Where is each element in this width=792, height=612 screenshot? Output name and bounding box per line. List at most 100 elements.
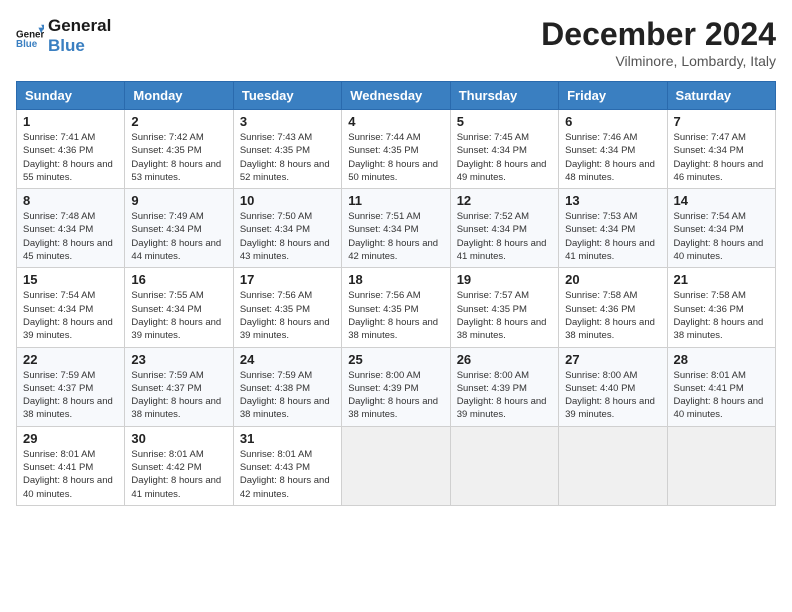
day-detail: Sunrise: 8:01 AM Sunset: 4:42 PM Dayligh… bbox=[131, 448, 226, 501]
day-number: 15 bbox=[23, 272, 118, 287]
calendar-cell: 3 Sunrise: 7:43 AM Sunset: 4:35 PM Dayli… bbox=[233, 110, 341, 189]
day-detail: Sunrise: 8:00 AM Sunset: 4:39 PM Dayligh… bbox=[348, 369, 443, 422]
day-number: 21 bbox=[674, 272, 769, 287]
calendar-cell bbox=[342, 426, 450, 505]
day-number: 11 bbox=[348, 193, 443, 208]
calendar-week-row: 22 Sunrise: 7:59 AM Sunset: 4:37 PM Dayl… bbox=[17, 347, 776, 426]
calendar-cell: 24 Sunrise: 7:59 AM Sunset: 4:38 PM Dayl… bbox=[233, 347, 341, 426]
day-detail: Sunrise: 7:56 AM Sunset: 4:35 PM Dayligh… bbox=[240, 289, 335, 342]
logo-blue: Blue bbox=[48, 36, 111, 56]
title-block: December 2024 Vilminore, Lombardy, Italy bbox=[541, 16, 776, 69]
day-number: 13 bbox=[565, 193, 660, 208]
day-detail: Sunrise: 7:58 AM Sunset: 4:36 PM Dayligh… bbox=[674, 289, 769, 342]
day-number: 29 bbox=[23, 431, 118, 446]
day-detail: Sunrise: 7:51 AM Sunset: 4:34 PM Dayligh… bbox=[348, 210, 443, 263]
calendar-cell: 29 Sunrise: 8:01 AM Sunset: 4:41 PM Dayl… bbox=[17, 426, 125, 505]
calendar-cell: 21 Sunrise: 7:58 AM Sunset: 4:36 PM Dayl… bbox=[667, 268, 775, 347]
calendar-cell: 1 Sunrise: 7:41 AM Sunset: 4:36 PM Dayli… bbox=[17, 110, 125, 189]
day-number: 24 bbox=[240, 352, 335, 367]
calendar-cell: 22 Sunrise: 7:59 AM Sunset: 4:37 PM Dayl… bbox=[17, 347, 125, 426]
day-number: 5 bbox=[457, 114, 552, 129]
day-detail: Sunrise: 8:00 AM Sunset: 4:40 PM Dayligh… bbox=[565, 369, 660, 422]
day-number: 10 bbox=[240, 193, 335, 208]
location: Vilminore, Lombardy, Italy bbox=[541, 53, 776, 69]
calendar-cell: 17 Sunrise: 7:56 AM Sunset: 4:35 PM Dayl… bbox=[233, 268, 341, 347]
logo-general: General bbox=[48, 16, 111, 36]
page-header: General Blue General Blue December 2024 … bbox=[16, 16, 776, 69]
day-detail: Sunrise: 7:57 AM Sunset: 4:35 PM Dayligh… bbox=[457, 289, 552, 342]
day-number: 7 bbox=[674, 114, 769, 129]
day-number: 27 bbox=[565, 352, 660, 367]
calendar-cell: 18 Sunrise: 7:56 AM Sunset: 4:35 PM Dayl… bbox=[342, 268, 450, 347]
calendar-cell: 20 Sunrise: 7:58 AM Sunset: 4:36 PM Dayl… bbox=[559, 268, 667, 347]
day-detail: Sunrise: 8:01 AM Sunset: 4:43 PM Dayligh… bbox=[240, 448, 335, 501]
day-detail: Sunrise: 7:47 AM Sunset: 4:34 PM Dayligh… bbox=[674, 131, 769, 184]
day-detail: Sunrise: 7:55 AM Sunset: 4:34 PM Dayligh… bbox=[131, 289, 226, 342]
calendar-cell bbox=[450, 426, 558, 505]
calendar-cell bbox=[667, 426, 775, 505]
day-detail: Sunrise: 8:01 AM Sunset: 4:41 PM Dayligh… bbox=[674, 369, 769, 422]
calendar-header-friday: Friday bbox=[559, 82, 667, 110]
calendar-cell: 26 Sunrise: 8:00 AM Sunset: 4:39 PM Dayl… bbox=[450, 347, 558, 426]
day-detail: Sunrise: 7:43 AM Sunset: 4:35 PM Dayligh… bbox=[240, 131, 335, 184]
calendar-cell: 12 Sunrise: 7:52 AM Sunset: 4:34 PM Dayl… bbox=[450, 189, 558, 268]
calendar-cell: 30 Sunrise: 8:01 AM Sunset: 4:42 PM Dayl… bbox=[125, 426, 233, 505]
day-detail: Sunrise: 7:58 AM Sunset: 4:36 PM Dayligh… bbox=[565, 289, 660, 342]
calendar-header-monday: Monday bbox=[125, 82, 233, 110]
calendar-cell: 27 Sunrise: 8:00 AM Sunset: 4:40 PM Dayl… bbox=[559, 347, 667, 426]
calendar-header-thursday: Thursday bbox=[450, 82, 558, 110]
calendar-header-saturday: Saturday bbox=[667, 82, 775, 110]
day-number: 30 bbox=[131, 431, 226, 446]
day-number: 28 bbox=[674, 352, 769, 367]
day-detail: Sunrise: 7:42 AM Sunset: 4:35 PM Dayligh… bbox=[131, 131, 226, 184]
day-detail: Sunrise: 7:46 AM Sunset: 4:34 PM Dayligh… bbox=[565, 131, 660, 184]
day-detail: Sunrise: 7:48 AM Sunset: 4:34 PM Dayligh… bbox=[23, 210, 118, 263]
calendar-week-row: 15 Sunrise: 7:54 AM Sunset: 4:34 PM Dayl… bbox=[17, 268, 776, 347]
day-number: 4 bbox=[348, 114, 443, 129]
calendar-cell: 23 Sunrise: 7:59 AM Sunset: 4:37 PM Dayl… bbox=[125, 347, 233, 426]
day-number: 8 bbox=[23, 193, 118, 208]
day-detail: Sunrise: 7:45 AM Sunset: 4:34 PM Dayligh… bbox=[457, 131, 552, 184]
day-number: 25 bbox=[348, 352, 443, 367]
day-detail: Sunrise: 7:59 AM Sunset: 4:37 PM Dayligh… bbox=[131, 369, 226, 422]
day-detail: Sunrise: 7:44 AM Sunset: 4:35 PM Dayligh… bbox=[348, 131, 443, 184]
logo: General Blue General Blue bbox=[16, 16, 111, 57]
day-number: 2 bbox=[131, 114, 226, 129]
day-detail: Sunrise: 7:53 AM Sunset: 4:34 PM Dayligh… bbox=[565, 210, 660, 263]
calendar-header-sunday: Sunday bbox=[17, 82, 125, 110]
day-number: 26 bbox=[457, 352, 552, 367]
day-number: 6 bbox=[565, 114, 660, 129]
calendar-cell: 5 Sunrise: 7:45 AM Sunset: 4:34 PM Dayli… bbox=[450, 110, 558, 189]
day-number: 3 bbox=[240, 114, 335, 129]
day-number: 9 bbox=[131, 193, 226, 208]
day-number: 17 bbox=[240, 272, 335, 287]
calendar-header-row: SundayMondayTuesdayWednesdayThursdayFrid… bbox=[17, 82, 776, 110]
day-detail: Sunrise: 7:54 AM Sunset: 4:34 PM Dayligh… bbox=[23, 289, 118, 342]
calendar-cell: 31 Sunrise: 8:01 AM Sunset: 4:43 PM Dayl… bbox=[233, 426, 341, 505]
day-number: 12 bbox=[457, 193, 552, 208]
svg-text:Blue: Blue bbox=[16, 40, 38, 51]
calendar-cell: 2 Sunrise: 7:42 AM Sunset: 4:35 PM Dayli… bbox=[125, 110, 233, 189]
day-detail: Sunrise: 8:01 AM Sunset: 4:41 PM Dayligh… bbox=[23, 448, 118, 501]
day-number: 18 bbox=[348, 272, 443, 287]
calendar-cell: 11 Sunrise: 7:51 AM Sunset: 4:34 PM Dayl… bbox=[342, 189, 450, 268]
logo-icon: General Blue bbox=[16, 22, 44, 50]
day-detail: Sunrise: 7:59 AM Sunset: 4:37 PM Dayligh… bbox=[23, 369, 118, 422]
day-number: 23 bbox=[131, 352, 226, 367]
day-detail: Sunrise: 8:00 AM Sunset: 4:39 PM Dayligh… bbox=[457, 369, 552, 422]
day-detail: Sunrise: 7:49 AM Sunset: 4:34 PM Dayligh… bbox=[131, 210, 226, 263]
day-number: 20 bbox=[565, 272, 660, 287]
calendar-week-row: 1 Sunrise: 7:41 AM Sunset: 4:36 PM Dayli… bbox=[17, 110, 776, 189]
calendar-cell: 6 Sunrise: 7:46 AM Sunset: 4:34 PM Dayli… bbox=[559, 110, 667, 189]
day-number: 19 bbox=[457, 272, 552, 287]
calendar-cell: 25 Sunrise: 8:00 AM Sunset: 4:39 PM Dayl… bbox=[342, 347, 450, 426]
day-detail: Sunrise: 7:50 AM Sunset: 4:34 PM Dayligh… bbox=[240, 210, 335, 263]
day-detail: Sunrise: 7:56 AM Sunset: 4:35 PM Dayligh… bbox=[348, 289, 443, 342]
calendar-cell: 13 Sunrise: 7:53 AM Sunset: 4:34 PM Dayl… bbox=[559, 189, 667, 268]
calendar-cell: 7 Sunrise: 7:47 AM Sunset: 4:34 PM Dayli… bbox=[667, 110, 775, 189]
calendar-header-wednesday: Wednesday bbox=[342, 82, 450, 110]
calendar-week-row: 29 Sunrise: 8:01 AM Sunset: 4:41 PM Dayl… bbox=[17, 426, 776, 505]
month-title: December 2024 bbox=[541, 16, 776, 53]
day-detail: Sunrise: 7:54 AM Sunset: 4:34 PM Dayligh… bbox=[674, 210, 769, 263]
day-detail: Sunrise: 7:41 AM Sunset: 4:36 PM Dayligh… bbox=[23, 131, 118, 184]
